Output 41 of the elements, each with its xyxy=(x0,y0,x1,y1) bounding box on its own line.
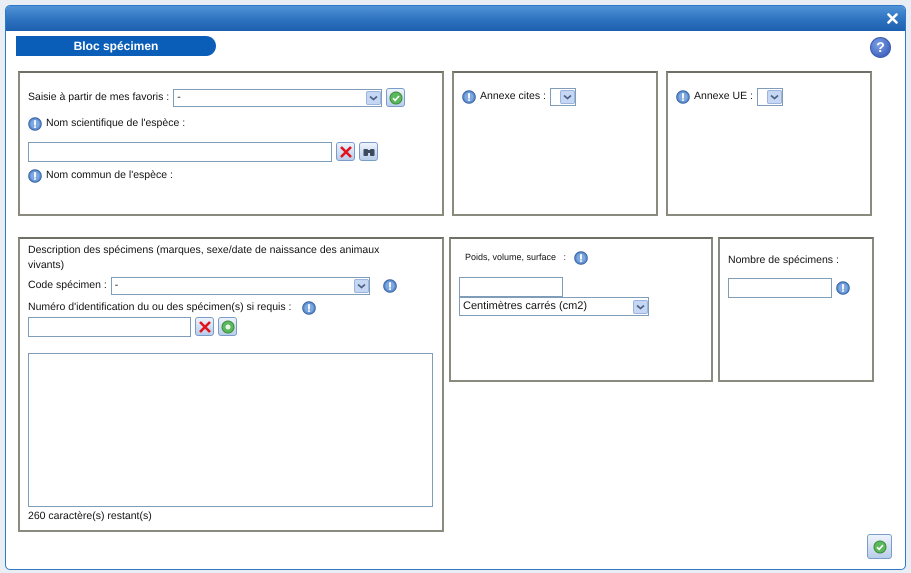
check-icon xyxy=(388,90,404,106)
clear-button[interactable] xyxy=(336,142,355,162)
info-icon xyxy=(28,116,42,131)
favorites-select[interactable]: - xyxy=(173,88,382,106)
clear-icon xyxy=(338,144,354,160)
field-label: Nombre de spécimens : xyxy=(728,253,840,268)
input-field[interactable] xyxy=(459,277,563,297)
code-select[interactable]: - xyxy=(110,277,370,295)
field-label: Numéro d'identification du ou des spécimen(s) si requis : xyxy=(28,300,292,315)
section-title: Bloc spécimen xyxy=(16,36,216,56)
info-icon xyxy=(382,279,397,293)
field-label: Annexe UE : xyxy=(694,89,753,104)
add-icon xyxy=(220,318,236,335)
unit-select[interactable]: Centimètres carrés (cm2) xyxy=(459,297,649,316)
input-field[interactable] xyxy=(28,316,191,337)
info-icon xyxy=(302,300,316,315)
add-button[interactable] xyxy=(218,317,237,336)
info-icon xyxy=(462,90,476,104)
annex-select[interactable] xyxy=(756,88,783,106)
confirm-button[interactable] xyxy=(867,534,892,559)
field-label: Nom scientifique de l'espèce : xyxy=(46,116,186,131)
confirm-button[interactable] xyxy=(386,88,406,107)
input-field[interactable] xyxy=(728,278,832,298)
clear-icon xyxy=(196,318,212,335)
description-text: Description des spécimens (marques, sexe/date de naissance des animaux vivants) xyxy=(28,243,380,273)
info-icon xyxy=(28,168,42,183)
field-label: Nom commun de l'espèce : xyxy=(46,168,173,183)
search-button[interactable] xyxy=(359,142,378,162)
input-field[interactable] xyxy=(28,142,332,162)
field-label: Poids, volume, surface : xyxy=(465,251,566,264)
clear-button[interactable] xyxy=(195,317,214,336)
info-icon xyxy=(574,251,588,265)
info-icon xyxy=(836,280,850,295)
field-label: Code spécimen : xyxy=(28,278,107,294)
annex-select[interactable] xyxy=(550,88,576,106)
field-label: Saisie à partir de mes favoris : xyxy=(28,90,170,105)
close-icon[interactable] xyxy=(887,13,898,24)
field-label: Annexe cites : xyxy=(480,89,546,104)
character-counter: 260 caractère(s) restant(s) xyxy=(28,508,153,524)
check-icon xyxy=(872,538,888,554)
info-icon xyxy=(676,90,690,104)
